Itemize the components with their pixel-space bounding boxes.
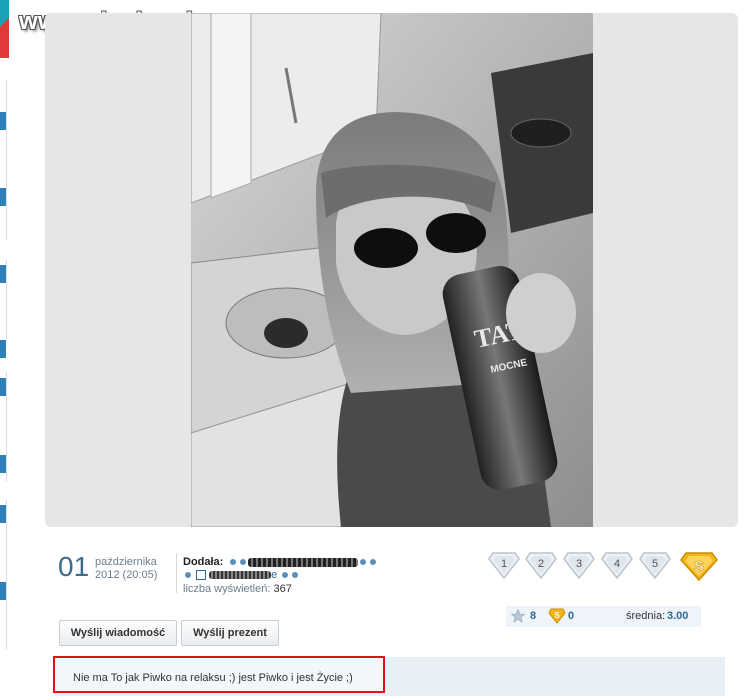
sidebar-divider bbox=[6, 372, 7, 482]
heart-icon bbox=[185, 572, 191, 579]
sidebar-divider bbox=[6, 500, 7, 650]
rate-value: 1 bbox=[501, 558, 507, 570]
redacted-author-name bbox=[209, 571, 272, 580]
super-badge-small-icon: S bbox=[548, 608, 566, 624]
sidebar-divider bbox=[6, 80, 7, 240]
super-rate-button[interactable]: S bbox=[680, 550, 718, 582]
author-link[interactable] bbox=[228, 556, 378, 568]
super-count: 0 bbox=[568, 610, 575, 622]
send-gift-button[interactable]: Wyślij prezent bbox=[181, 620, 279, 646]
super-rate-label: S bbox=[694, 558, 704, 575]
sidebar-tab[interactable] bbox=[0, 582, 6, 600]
sidebar-tab[interactable] bbox=[0, 455, 6, 473]
rate-value: 4 bbox=[614, 558, 620, 570]
heart-icon bbox=[292, 572, 299, 579]
decoration-dot-icon bbox=[230, 559, 236, 566]
post-description: Nie ma To jak Piwko na relaksu ;) jest P… bbox=[73, 672, 353, 684]
post-day: 01 bbox=[58, 551, 90, 582]
redacted-author-name bbox=[248, 557, 358, 567]
sidebar-divider bbox=[6, 260, 7, 340]
decoration-dot-icon bbox=[370, 559, 376, 566]
post-month: października bbox=[95, 556, 157, 568]
post-year-time: 2012 (20:05) bbox=[95, 569, 158, 581]
send-message-button[interactable]: Wyślij wiadomość bbox=[59, 620, 177, 646]
svg-text:S: S bbox=[554, 611, 560, 620]
sidebar-tab[interactable] bbox=[0, 265, 6, 283]
added-by-label: Dodała: bbox=[183, 556, 224, 568]
views-count: 367 bbox=[273, 583, 292, 595]
rate-value: 2 bbox=[538, 558, 544, 570]
left-sidebar-strip bbox=[0, 0, 9, 696]
rate-1-button[interactable]: 1 bbox=[488, 550, 520, 580]
post-photo[interactable]: TATRA MOCNE bbox=[191, 13, 593, 527]
sidebar-tab[interactable] bbox=[0, 340, 6, 358]
star-count: 8 bbox=[530, 610, 537, 622]
decoration-dot-icon bbox=[240, 559, 246, 566]
sidebar-tab[interactable] bbox=[0, 378, 6, 396]
info-divider bbox=[176, 553, 177, 593]
sidebar-tab[interactable] bbox=[0, 505, 6, 523]
author-suffix: e bbox=[271, 569, 278, 581]
sidebar-accent bbox=[0, 0, 9, 58]
views-label: liczba wyświetleń: bbox=[183, 583, 271, 595]
sidebar-tab[interactable] bbox=[0, 112, 6, 130]
rate-value: 5 bbox=[652, 558, 658, 570]
rate-5-button[interactable]: 5 bbox=[639, 550, 671, 580]
average-label: średnia: bbox=[626, 610, 666, 622]
star-icon bbox=[511, 609, 525, 623]
rate-value: 3 bbox=[576, 558, 582, 570]
decoration-dot-icon bbox=[282, 572, 289, 579]
grid-icon bbox=[196, 570, 207, 581]
rate-2-button[interactable]: 2 bbox=[525, 550, 557, 580]
views-line: liczba wyświetleń: 367 bbox=[183, 583, 292, 595]
decoration-dot-icon bbox=[360, 559, 366, 566]
photo-illustration: TATRA MOCNE bbox=[191, 13, 593, 527]
average-value: 3.00 bbox=[667, 610, 689, 622]
rate-4-button[interactable]: 4 bbox=[601, 550, 633, 580]
author-line-2[interactable]: e bbox=[183, 569, 300, 581]
rate-3-button[interactable]: 3 bbox=[563, 550, 595, 580]
sidebar-tab[interactable] bbox=[0, 188, 6, 206]
